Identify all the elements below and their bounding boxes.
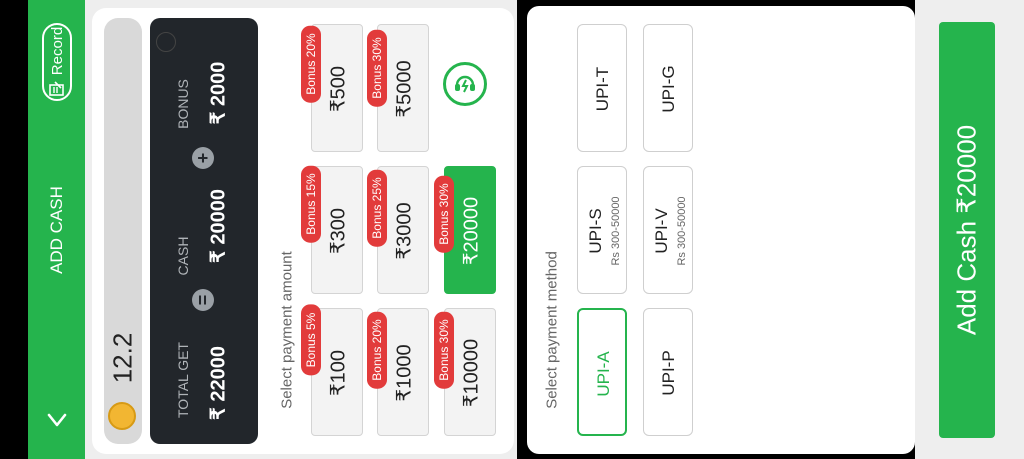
bonus-badge: Bonus 30% — [367, 29, 387, 107]
method-section-label: Select payment method — [543, 251, 561, 409]
record-icon — [49, 81, 64, 96]
bonus-badge: Bonus 15% — [301, 165, 321, 243]
back-button[interactable] — [28, 385, 85, 455]
method-name: UPI-S — [586, 208, 605, 254]
bonus-badge: Bonus 30% — [434, 311, 454, 389]
method-option[interactable]: UPI-G — [643, 24, 693, 152]
method-option[interactable]: UPI-P — [643, 308, 693, 436]
method-name: UPI-P — [659, 350, 678, 396]
method-option-selected[interactable]: UPI-A — [577, 308, 627, 436]
record-label: Record — [48, 26, 66, 76]
bonus-label: BONUS — [175, 79, 191, 129]
method-range: Rs 300-50000 — [610, 196, 622, 266]
record-button[interactable]: Record — [42, 23, 72, 101]
method-option[interactable]: UPI-T — [577, 24, 627, 152]
cash-value: ₹ 20000 — [207, 189, 230, 263]
coin-icon — [108, 402, 136, 430]
page-title: ADD CASH — [47, 186, 66, 274]
add-cash-button[interactable]: Add Cash ₹20000 — [939, 22, 995, 438]
cash-label: CASH — [175, 236, 191, 276]
left-edge — [0, 0, 28, 459]
bonus-badge: Bonus 20% — [367, 311, 387, 389]
method-name: UPI-T — [593, 66, 612, 112]
info-icon — [156, 32, 176, 52]
bonus-badge: Bonus 5% — [301, 304, 321, 376]
method-option[interactable]: UPI-S Rs 300-50000 — [577, 166, 627, 294]
amount-value: ₹5000 — [393, 60, 416, 118]
amount-section-label: Select payment amount — [278, 251, 296, 409]
amount-value: ₹3000 — [393, 202, 416, 260]
support-icon[interactable] — [443, 62, 487, 106]
plus-sign: + — [192, 147, 214, 169]
method-name: UPI-A — [594, 351, 613, 397]
equals-sign: = — [192, 289, 214, 311]
amount-value: ₹500 — [327, 65, 350, 113]
method-option[interactable]: UPI-V Rs 300-50000 — [643, 166, 693, 294]
bonus-value: ₹ 2000 — [207, 61, 230, 125]
bonus-badge: Bonus 25% — [367, 169, 387, 247]
amount-value: ₹10000 — [460, 338, 483, 408]
total-value: ₹ 22000 — [207, 346, 230, 420]
method-name: UPI-G — [659, 65, 678, 113]
total-label: TOTAL GET — [175, 342, 191, 418]
summary-panel — [150, 18, 258, 444]
balance-value: 12.2 — [107, 332, 138, 384]
add-cash-label: Add Cash ₹20000 — [951, 124, 982, 336]
amount-value: ₹20000 — [460, 196, 483, 266]
headset-icon — [455, 75, 475, 93]
bonus-badge: Bonus 30% — [434, 175, 454, 253]
method-range: Rs 300-50000 — [676, 196, 688, 266]
bonus-badge: Bonus 20% — [301, 25, 321, 103]
amount-value: ₹300 — [327, 207, 350, 255]
chevron-down-icon — [47, 413, 66, 427]
amount-value: ₹1000 — [393, 344, 416, 402]
method-name: UPI-V — [652, 208, 671, 254]
amount-value: ₹100 — [327, 349, 350, 397]
